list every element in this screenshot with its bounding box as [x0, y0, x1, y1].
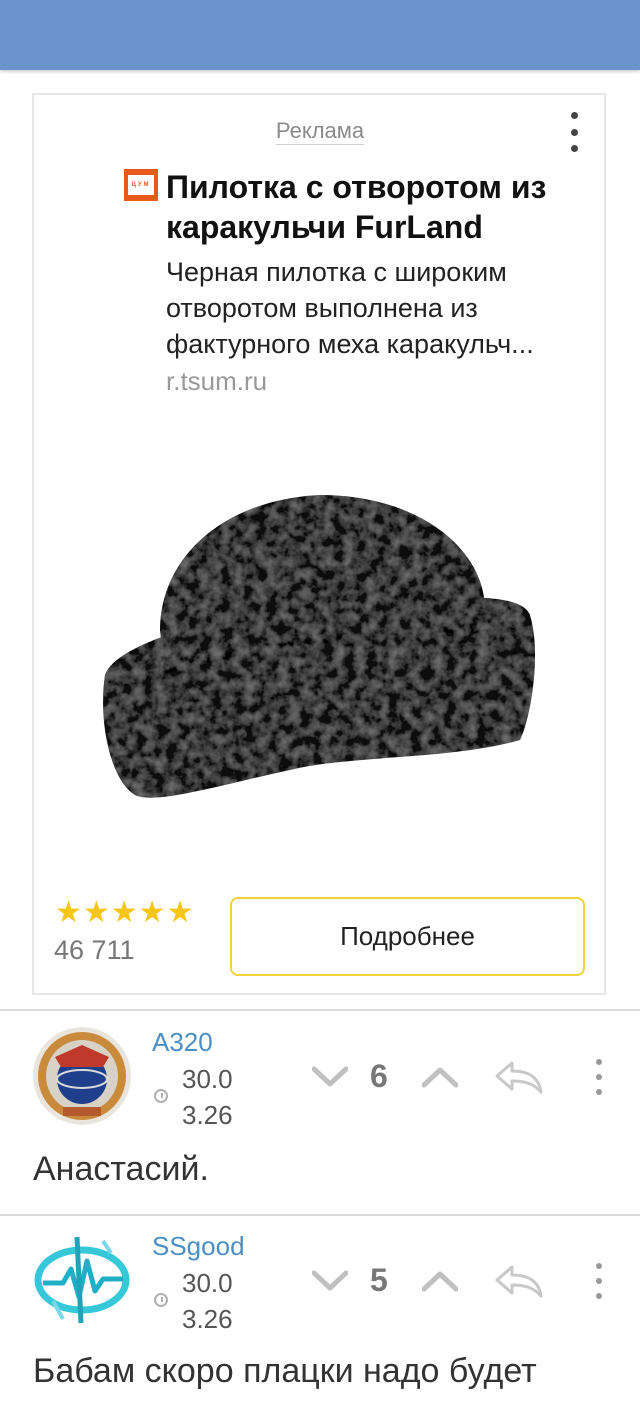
divider — [0, 1214, 640, 1216]
clock-icon — [154, 1293, 168, 1307]
ad-label-text: Реклама — [275, 118, 365, 145]
brand-logo-text: ЦУМ — [128, 175, 154, 195]
comment-date: 30.0 3.26 — [182, 1064, 233, 1130]
more-button[interactable]: Подробнее — [230, 897, 585, 976]
rating-stars: ★★★★★ — [55, 896, 195, 929]
brand-logo-icon: ЦУМ — [124, 169, 158, 201]
comment-date: 30.0 3.26 — [182, 1268, 233, 1334]
rating-count: 46 711 — [54, 935, 135, 965]
vote-down-icon[interactable] — [312, 1270, 348, 1292]
top-app-bar — [0, 0, 640, 70]
product-image[interactable] — [100, 480, 540, 810]
pilot-badge-icon — [33, 1027, 131, 1125]
ad-menu-icon[interactable] — [566, 112, 582, 152]
vote-down-icon[interactable] — [312, 1066, 348, 1088]
comment-username[interactable]: A320 — [152, 1027, 213, 1058]
comment-menu-icon[interactable] — [594, 1263, 604, 1299]
tech-emblem-icon — [33, 1231, 131, 1329]
avatar[interactable] — [33, 1231, 131, 1329]
ad-label: Реклама — [0, 118, 640, 145]
comment-text: Бабам скоро плацки надо будет — [33, 1352, 537, 1390]
comment-username[interactable]: SSgood — [152, 1231, 245, 1262]
ad-title[interactable]: Пилотка с отворотом из каракульчи FurLan… — [166, 167, 586, 247]
reply-icon[interactable] — [494, 1264, 544, 1298]
divider — [0, 1009, 640, 1011]
ad-domain[interactable]: r.tsum.ru — [166, 366, 267, 397]
comment-text: Анастасий. — [33, 1150, 209, 1188]
ad-description: Черная пилотка с широким отворотом выпол… — [166, 257, 534, 359]
reply-icon[interactable] — [494, 1060, 544, 1094]
comment-score: 5 — [370, 1262, 388, 1298]
avatar[interactable] — [33, 1027, 131, 1125]
vote-up-icon[interactable] — [422, 1066, 458, 1088]
comment-score: 6 — [370, 1058, 388, 1094]
clock-icon — [154, 1089, 168, 1103]
vote-up-icon[interactable] — [422, 1270, 458, 1292]
comment-menu-icon[interactable] — [594, 1059, 604, 1095]
